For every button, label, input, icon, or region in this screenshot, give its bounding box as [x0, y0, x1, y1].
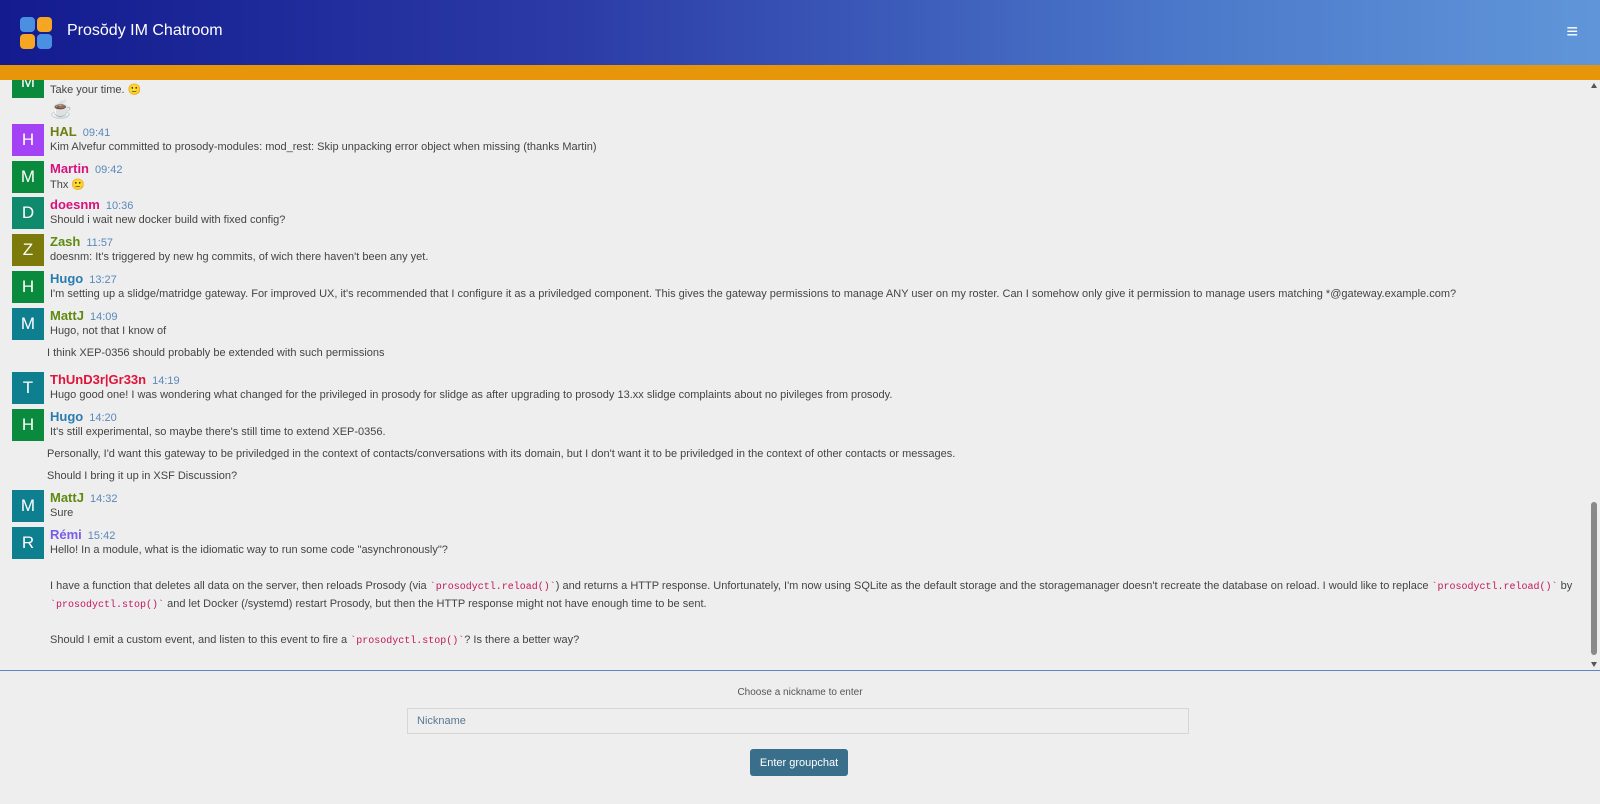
avatar: D [12, 197, 44, 229]
message-author[interactable]: Hugo 13:27 [50, 271, 117, 286]
app-header: Prosŏdy IM Chatroom ≡ [0, 0, 1600, 65]
message-text: I'm setting up a slidge/matridge gateway… [50, 288, 1457, 300]
timestamp: 10:36 [105, 200, 134, 212]
enter-groupchat-button[interactable]: Enter groupchat [750, 749, 848, 776]
text-span: by [1557, 580, 1573, 592]
message-text: Should I bring it up in XSF Discussion? [47, 470, 238, 482]
text-span: Should I emit a custom event, and listen… [50, 634, 351, 646]
message-text: Personally, I'd want this gateway to be … [47, 448, 956, 460]
timestamp: 14:32 [89, 493, 118, 505]
inline-code: `prosodyctl.stop()` [50, 600, 165, 611]
avatar: M [12, 161, 44, 193]
timestamp: 14:19 [152, 375, 180, 387]
nickname-prompt: Choose a nickname to enter [737, 687, 863, 698]
message-text: Should i wait new docker build with fixe… [50, 214, 286, 226]
avatar: T [12, 372, 44, 404]
message-text: I have a function that deletes all data … [50, 580, 1572, 593]
message-text: Hugo, not that I know of [50, 325, 167, 337]
text-span: and let Docker (/systemd) restart Prosod… [164, 598, 707, 610]
timestamp: 14:09 [89, 311, 118, 323]
scroll-up-arrow-icon[interactable] [1591, 83, 1597, 88]
timestamp: 15:42 [87, 530, 116, 542]
timestamp: 11:57 [86, 237, 114, 249]
message-author[interactable]: MattJ 14:09 [50, 308, 117, 323]
page-title: Prosŏdy IM Chatroom [67, 22, 223, 39]
message-text: Hello! In a module, what is the idiomati… [50, 544, 448, 556]
message-text: Should I emit a custom event, and listen… [50, 634, 579, 647]
nickname[interactable]: doesnm [50, 197, 100, 212]
timestamp: 14:20 [89, 412, 117, 424]
message-text: Take your time. 🙂 [50, 84, 142, 96]
inline-code: `prosodyctl.reload()` [429, 582, 556, 593]
nickname[interactable]: Zash [50, 234, 80, 249]
hamburger-menu-icon[interactable]: ≡ [1566, 22, 1578, 42]
nickname[interactable]: Hugo [50, 409, 83, 424]
text-span: ? Is there a better way? [464, 634, 580, 646]
message-author[interactable]: Zash 11:57 [50, 234, 113, 249]
inline-code: `prosodyctl.stop()` [350, 636, 465, 647]
message-author[interactable]: ThUnD3r|Gr33n 14:19 [50, 372, 180, 387]
timestamp: 09:41 [82, 127, 111, 139]
nickname[interactable]: ThUnD3r|Gr33n [50, 372, 146, 387]
avatar: H [12, 409, 44, 441]
avatar: H [12, 271, 44, 303]
message-author[interactable]: HAL 09:41 [50, 124, 110, 139]
message-author[interactable]: doesnm 10:36 [50, 197, 133, 212]
nickname[interactable]: MattJ [50, 308, 84, 323]
nickname[interactable]: Rémi [50, 527, 82, 542]
prosody-logo-icon [20, 17, 52, 49]
message-author[interactable]: Martin 09:42 [50, 161, 123, 176]
join-form: Choose a nickname to enter Enter groupch… [0, 671, 1600, 804]
chat-log: M Take your time. 🙂 ☕ H HAL 09:41 Kim Alv… [0, 80, 1589, 670]
avatar: Z [12, 234, 44, 266]
message-text: I think XEP-0356 should probably be exte… [47, 347, 385, 359]
message-author[interactable]: MattJ 14:32 [50, 490, 117, 505]
coffee-emoji: ☕ [50, 99, 73, 119]
message-text: Kim Alvefur committed to prosody-modules… [50, 141, 597, 153]
message-text: doesnm: It's triggered by new hg commits… [50, 251, 429, 263]
message-author[interactable]: Hugo 14:20 [50, 409, 117, 424]
nickname[interactable]: HAL [50, 124, 77, 139]
avatar: M [12, 80, 44, 98]
scroll-down-arrow-icon[interactable] [1591, 662, 1597, 667]
text-span: I have a function that deletes all data … [50, 580, 430, 592]
inline-code: `prosodyctl.reload()` [1431, 582, 1558, 593]
nickname[interactable]: MattJ [50, 490, 84, 505]
avatar: R [12, 527, 44, 559]
message-text: Hugo good one! I was wondering what chan… [50, 389, 893, 401]
avatar: M [12, 308, 44, 340]
message-text: Thx 🙂 [50, 179, 86, 191]
message-text: Sure [50, 507, 74, 519]
avatar: H [12, 124, 44, 156]
timestamp: 09:42 [95, 164, 123, 176]
chat-scrollbar[interactable] [1589, 80, 1600, 670]
message-text: `prosodyctl.stop()` and let Docker (/sys… [50, 598, 707, 611]
timestamp: 13:27 [89, 274, 117, 286]
text-span: ) and returns a HTTP response. Unfortuna… [555, 580, 1432, 592]
avatar: M [12, 490, 44, 522]
nickname[interactable]: Martin [50, 161, 89, 176]
message-text: It's still experimental, so maybe there'… [50, 426, 386, 438]
accent-bar [0, 65, 1600, 80]
scrollbar-thumb[interactable] [1591, 502, 1597, 655]
nickname-input[interactable] [407, 708, 1189, 734]
nickname[interactable]: Hugo [50, 271, 83, 286]
message-author[interactable]: Rémi 15:42 [50, 527, 115, 542]
